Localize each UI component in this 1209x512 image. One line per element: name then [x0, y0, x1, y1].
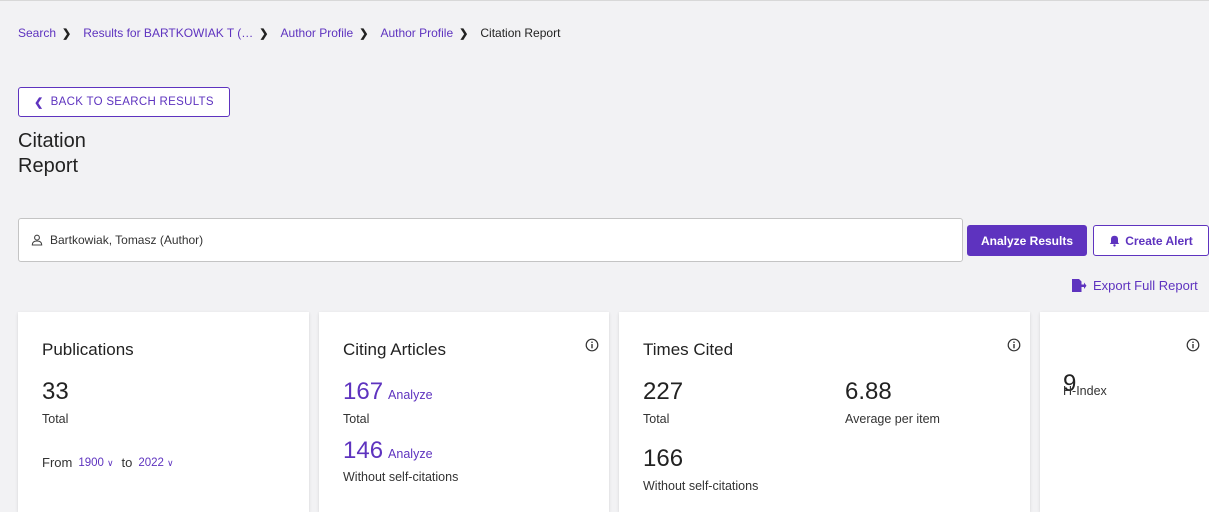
- create-alert-button[interactable]: Create Alert: [1093, 225, 1209, 256]
- times-cited-card: Times Cited 227 Total 6.88 Average per i…: [619, 312, 1030, 512]
- page-title: Citation Report: [18, 130, 86, 177]
- citing-articles-total-label: Total: [343, 412, 370, 426]
- breadcrumb-author-profile-2[interactable]: Author Profile: [380, 26, 453, 40]
- citing-articles-total[interactable]: 167: [343, 378, 383, 405]
- to-year-value: 2022: [138, 456, 164, 469]
- chevron-right-icon: ❯: [62, 27, 72, 40]
- h-index-label: H-Index: [1063, 384, 1107, 398]
- search-query-field[interactable]: Bartkowiak, Tomasz (Author): [18, 218, 963, 262]
- to-year-select[interactable]: 2022 ∨: [138, 457, 173, 469]
- chevron-right-icon: ❯: [359, 27, 369, 40]
- back-to-search-results-button[interactable]: ❮ BACK TO SEARCH RESULTS: [18, 87, 230, 117]
- breadcrumb-author-profile[interactable]: Author Profile: [281, 26, 354, 40]
- user-icon: [31, 234, 43, 246]
- export-file-icon: [1072, 279, 1087, 292]
- chevron-down-icon: ∨: [106, 457, 114, 468]
- create-alert-label: Create Alert: [1125, 233, 1193, 248]
- times-cited-without-self-label: Without self-citations: [643, 479, 759, 493]
- chevron-right-icon: ❯: [259, 27, 269, 40]
- breadcrumb-search[interactable]: Search: [18, 26, 56, 40]
- times-cited-total-label: Total: [643, 412, 670, 426]
- info-icon[interactable]: [585, 338, 599, 352]
- info-icon[interactable]: [1007, 338, 1021, 352]
- chevron-right-icon: ❯: [459, 27, 469, 40]
- times-cited-title: Times Cited: [643, 340, 734, 359]
- citing-articles-card: Citing Articles 167 Analyze Total 146 Anal…: [319, 312, 609, 512]
- publications-title: Publications: [42, 340, 134, 359]
- breadcrumb-current: Citation Report: [480, 26, 561, 40]
- chevron-left-icon: ❮: [34, 96, 44, 109]
- times-cited-without-self: 166: [643, 445, 684, 472]
- breadcrumb-results[interactable]: Results for BARTKOWIAK T (…: [83, 26, 253, 40]
- from-year-value: 1900: [78, 456, 104, 469]
- breadcrumb: Search ❯ Results for BARTKOWIAK T (… ❯ A…: [18, 26, 560, 40]
- citing-articles-without-self[interactable]: 146: [343, 437, 383, 464]
- times-cited-total: 227: [643, 378, 684, 405]
- top-divider: [0, 0, 1209, 1]
- h-index-card: 9 H-Index: [1040, 312, 1209, 512]
- from-year-select[interactable]: 1900 ∨: [78, 457, 113, 469]
- analyze-results-button[interactable]: Analyze Results: [967, 225, 1087, 256]
- citing-articles-title: Citing Articles: [343, 340, 446, 359]
- citing-articles-without-self-label: Without self-citations: [343, 470, 459, 484]
- year-range: From 1900 ∨ to 2022 ∨: [42, 455, 182, 470]
- info-icon[interactable]: [1186, 338, 1200, 352]
- search-query-text: Bartkowiak, Tomasz (Author): [50, 233, 204, 247]
- citing-articles-without-self-analyze-link[interactable]: Analyze: [388, 447, 432, 461]
- publications-card: Publications 33 Total From 1900 ∨ to 2022…: [18, 312, 309, 512]
- times-cited-average-label: Average per item: [845, 412, 940, 426]
- citing-articles-total-row: 167 Analyze: [343, 378, 433, 406]
- publications-total: 33: [42, 378, 69, 405]
- back-button-label: BACK TO SEARCH RESULTS: [50, 96, 214, 108]
- bell-icon: [1110, 235, 1120, 247]
- times-cited-average: 6.88: [845, 378, 892, 405]
- from-label: From: [42, 455, 73, 470]
- export-full-report-link[interactable]: Export Full Report: [1071, 278, 1198, 293]
- export-full-report-label: Export Full Report: [1093, 278, 1198, 293]
- publications-total-label: Total: [42, 412, 69, 426]
- citing-articles-analyze-link[interactable]: Analyze: [388, 388, 432, 402]
- citing-articles-without-self-row: 146 Analyze: [343, 437, 433, 465]
- chevron-down-icon: ∨: [166, 457, 174, 468]
- to-label: to: [121, 455, 133, 470]
